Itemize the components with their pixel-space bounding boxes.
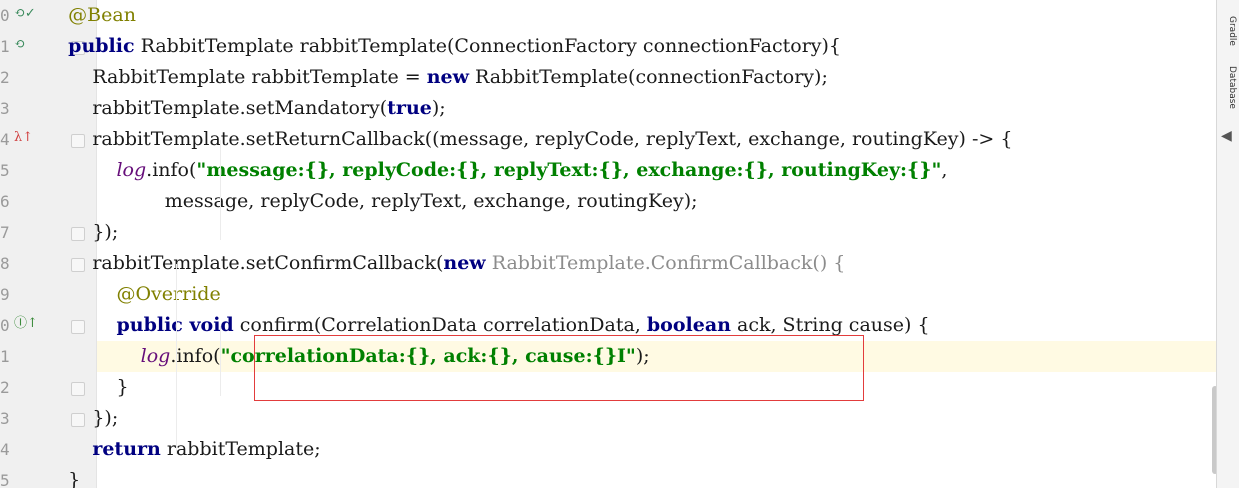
code-token: return: [92, 438, 161, 460]
code-line[interactable]: @Bean: [44, 0, 136, 31]
code-line[interactable]: RabbitTemplate rabbitTemplate = new Rabb…: [44, 62, 828, 93]
code-token: rabbitTemplate.setReturnCallback((messag…: [44, 128, 1013, 150]
line-number: 4: [0, 440, 10, 459]
line-number: 1: [0, 347, 10, 366]
indent-guide: [220, 326, 221, 396]
code-line[interactable]: }: [44, 465, 80, 488]
code-token: rabbitTemplate.setMandatory(: [44, 97, 388, 119]
code-token: new: [443, 252, 486, 274]
code-token: RabbitTemplate rabbitTemplate =: [44, 66, 427, 88]
code-token: "message:{}, replyCode:{}, replyText:{},…: [196, 159, 942, 181]
line-number: 5: [0, 161, 10, 180]
code-line[interactable]: message, replyCode, replyText, exchange,…: [44, 186, 698, 217]
implements-method-icon[interactable]: Ⓘ↑: [14, 316, 38, 332]
code-token: public: [68, 35, 135, 57]
line-number: 2: [0, 68, 10, 87]
indent-guide: [176, 264, 177, 454]
code-line[interactable]: });: [44, 217, 118, 248]
line-number: 7: [0, 223, 10, 242]
code-token: confirm(CorrelationData correlationData,: [233, 314, 647, 336]
code-token: }: [44, 469, 81, 488]
line-number: 2: [0, 378, 10, 397]
code-token: ack, String cause) {: [730, 314, 930, 336]
code-line[interactable]: public RabbitTemplate rabbitTemplate(Con…: [44, 31, 841, 62]
code-token: RabbitTemplate(connectionFactory);: [468, 66, 828, 88]
code-editor[interactable]: 0 1 2 3 4 5 6 7 8 9 0 1 2 3 4 5 ⟲✓ ⟲ λ↑ Ⓘ↑ @Bean public Rab…: [0, 0, 1216, 488]
code-token: log: [140, 345, 171, 367]
line-number: 9: [0, 285, 10, 304]
code-token: RabbitTemplate rabbitTemplate(Connection…: [134, 35, 842, 57]
code-line[interactable]: });: [44, 403, 118, 434]
indent-guide: [220, 140, 221, 240]
line-number: 5: [0, 471, 10, 488]
code-token: );: [431, 97, 446, 119]
code-token: @Override: [116, 283, 221, 305]
code-token: });: [44, 221, 119, 243]
code-token: rabbitTemplate.setConfirmCallback(: [44, 252, 444, 274]
line-number: 3: [0, 99, 10, 118]
code-token: log: [116, 159, 147, 181]
code-token: .info(: [170, 345, 221, 367]
line-number: 6: [0, 192, 10, 211]
code-token: RabbitTemplate.ConfirmCallback() {: [485, 252, 846, 274]
annotation-highlight-box: [254, 335, 864, 401]
code-line[interactable]: log.info("message:{}, replyCode:{}, repl…: [44, 155, 947, 186]
bean-run-icon[interactable]: ⟲✓: [14, 6, 36, 22]
line-number: 0: [0, 316, 10, 335]
code-line[interactable]: }: [44, 372, 129, 403]
code-token: boolean: [646, 314, 731, 336]
code-token: message, replyCode, replyText, exchange,…: [44, 190, 698, 212]
code-line[interactable]: return rabbitTemplate;: [44, 434, 321, 465]
line-number: 0: [0, 6, 10, 25]
bean-navigate-icon[interactable]: ⟲: [14, 37, 25, 53]
lambda-override-icon[interactable]: λ↑: [14, 130, 33, 146]
code-line[interactable]: @Override: [44, 279, 221, 310]
code-token: rabbitTemplate;: [160, 438, 321, 460]
code-token: @Bean: [68, 4, 136, 26]
line-number: 4: [0, 130, 10, 149]
code-line[interactable]: rabbitTemplate.setMandatory(true);: [44, 93, 446, 124]
code-token: new: [426, 66, 469, 88]
database-tool-tab[interactable]: Database: [1219, 66, 1237, 109]
gradle-tool-tab[interactable]: Gradle: [1219, 16, 1237, 46]
code-token: }: [44, 376, 129, 398]
code-token: ,: [941, 159, 948, 181]
code-token: });: [44, 407, 119, 429]
line-number: 1: [0, 37, 10, 56]
code-token: true: [387, 97, 432, 119]
line-number: 8: [0, 254, 10, 273]
collapse-arrow-icon[interactable]: ◀: [1221, 128, 1232, 144]
right-tool-sidebar: Gradle Database ◀: [1216, 0, 1239, 488]
line-number: 3: [0, 409, 10, 428]
code-token: .info(: [146, 159, 197, 181]
code-line[interactable]: rabbitTemplate.setConfirmCallback(new Ra…: [44, 248, 845, 279]
code-line[interactable]: rabbitTemplate.setReturnCallback((messag…: [44, 124, 1012, 155]
